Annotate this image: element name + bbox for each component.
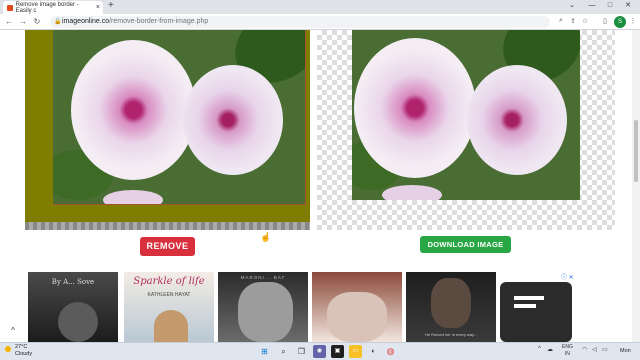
tab-close-icon[interactable]: × <box>96 4 100 11</box>
ad-book-cover[interactable]: MARONI... BAT <box>218 272 308 342</box>
ad-book-cover[interactable] <box>312 272 402 342</box>
wifi-icon[interactable]: ◠ <box>582 346 587 353</box>
scroll-to-top-button[interactable]: ^ <box>6 326 20 338</box>
bookmark-star-icon[interactable]: ☆ <box>580 17 590 25</box>
download-image-button[interactable]: DOWNLOAD IMAGE <box>420 236 511 253</box>
windows-taskbar: 27°C Cloudy ⊞ ⌕ ❐ ◉ ▣ ▭ ◐ ◍ ^ ☁ ENG IN ◠… <box>0 342 640 360</box>
scrollbar-thumb[interactable] <box>634 120 638 182</box>
minimize-button[interactable]: — <box>582 0 602 14</box>
browser-tab-bar: Remove image border - Easily c × + ⌄ — □… <box>0 0 640 14</box>
page-scrollbar[interactable] <box>632 30 640 342</box>
site-favicon-icon <box>7 4 13 11</box>
chrome-browser-icon[interactable]: ◍ <box>384 345 397 358</box>
zoom-icon[interactable]: ⌕ <box>556 17 566 25</box>
taskbar-clock[interactable]: Mon <box>620 348 631 354</box>
processed-image-preview <box>317 30 615 230</box>
ad-banner: By A... Sove Sparkle of life KATHLEEN HA… <box>0 272 632 342</box>
page-content: REMOVE ☝ DOWNLOAD IMAGE By A... Sove Spa… <box>0 30 632 342</box>
back-arrow-icon[interactable]: ← <box>4 17 14 26</box>
address-toolbar: ← → ↻ 🔒 imageonline.co/remove-border-fro… <box>0 14 640 30</box>
task-view-icon[interactable]: ❐ <box>295 345 308 358</box>
tab-title: Remove image border - Easily c <box>15 1 79 14</box>
side-panel-icon[interactable]: ▯ <box>600 17 610 25</box>
cloud-sun-icon <box>5 346 11 352</box>
url-bar[interactable]: 🔒 imageonline.co/remove-border-from-imag… <box>50 16 550 28</box>
ad-book-cover[interactable]: Sparkle of life KATHLEEN HAYAT <box>124 272 214 342</box>
menu-kebab-icon[interactable]: ⋮ <box>628 17 638 25</box>
ad-book-cover[interactable]: By A... Sove <box>28 272 118 342</box>
edge-browser-icon[interactable]: ◐ <box>367 345 380 358</box>
app-icon[interactable]: ▣ <box>331 345 344 358</box>
browser-tab[interactable]: Remove image border - Easily c × <box>3 1 103 14</box>
chat-icon[interactable]: ◉ <box>313 345 326 358</box>
ad-info-close-icon[interactable]: ⓘ ✕ <box>561 272 574 281</box>
transparent-strip <box>25 222 310 230</box>
new-tab-button[interactable]: + <box>108 0 114 11</box>
flower-photo-cropped <box>352 30 580 200</box>
windows-start-icon[interactable]: ⊞ <box>258 345 271 358</box>
forward-arrow-icon[interactable]: → <box>18 17 28 26</box>
tab-search-icon[interactable]: ⌄ <box>562 0 582 14</box>
url-path: /remove-border-from-image.php <box>109 18 209 25</box>
share-icon[interactable]: ⇪ <box>568 17 578 25</box>
profile-avatar[interactable]: S <box>614 16 626 28</box>
weather-temp: 27°C <box>15 344 28 350</box>
language-indicator[interactable]: ENG IN <box>562 344 573 358</box>
cloud-icon[interactable]: ☁ <box>547 346 553 353</box>
url-domain: imageonline.co <box>62 18 110 25</box>
volume-icon[interactable]: ◁ <box>592 346 597 353</box>
remove-button[interactable]: REMOVE <box>140 237 195 256</box>
close-window-button[interactable]: ✕ <box>618 0 638 14</box>
mouse-cursor-icon: ☝ <box>260 232 272 242</box>
flower-photo <box>53 30 306 205</box>
file-explorer-icon[interactable]: ▭ <box>349 345 362 358</box>
lock-icon: 🔒 <box>54 19 62 25</box>
ad-book-cover[interactable]: He Ruined her in every way... <box>406 272 496 342</box>
search-icon[interactable]: ⌕ <box>277 345 290 358</box>
battery-icon[interactable]: ▭ <box>602 346 608 353</box>
reload-icon[interactable]: ↻ <box>32 17 42 26</box>
tray-chevron-icon[interactable]: ^ <box>538 346 541 352</box>
weather-desc: Cloudy <box>15 351 33 357</box>
ad-app-tile[interactable] <box>500 272 575 342</box>
original-image-preview <box>25 30 310 230</box>
maximize-button[interactable]: □ <box>600 0 620 14</box>
